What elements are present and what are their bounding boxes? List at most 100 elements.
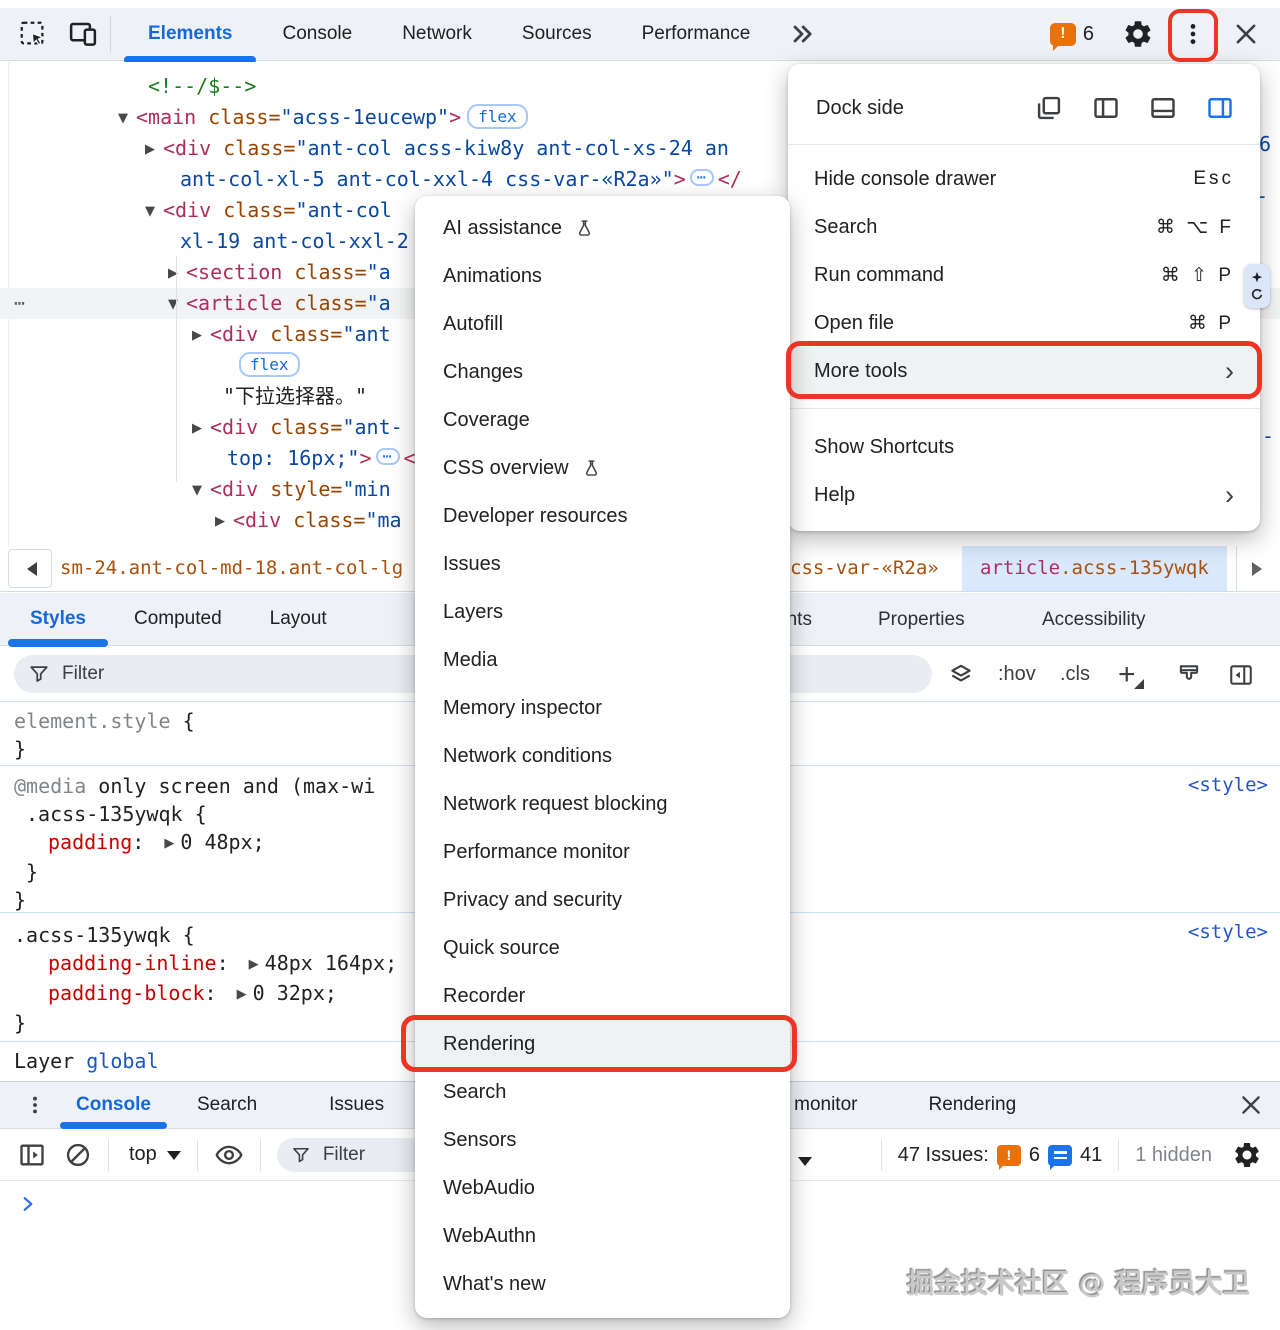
menu-item[interactable]: Hide console drawer Esc xyxy=(788,155,1260,203)
panel-tab[interactable]: Sources xyxy=(497,8,617,60)
submenu-item[interactable]: Issues xyxy=(415,540,790,588)
submenu-item[interactable]: Sensors xyxy=(415,1116,790,1164)
close-devtools-icon[interactable] xyxy=(1232,20,1260,48)
submenu-item[interactable]: WebAuthn xyxy=(415,1212,790,1260)
menu-item[interactable]: Run command ⌘ ⇧ P xyxy=(788,251,1260,299)
submenu-item[interactable]: AI assistance xyxy=(415,204,790,252)
expand-value-icon[interactable]: ▶ xyxy=(249,951,259,979)
expand-arrow-icon[interactable]: ▶ xyxy=(192,413,210,444)
expand-arrow-icon[interactable]: ▼ xyxy=(145,196,163,227)
panel-tab[interactable]: Performance xyxy=(617,8,776,60)
device-toolbar-icon[interactable] xyxy=(66,17,100,51)
close-drawer-icon[interactable] xyxy=(1238,1092,1264,1118)
submenu-item[interactable]: Layers xyxy=(415,588,790,636)
panel-tab[interactable]: Network xyxy=(377,8,497,60)
drawer-tab[interactable]: Issues xyxy=(329,1082,384,1128)
submenu-item[interactable]: Coverage xyxy=(415,396,790,444)
breadcrumb-item-selected[interactable]: article.acss-135ywqk xyxy=(962,546,1227,591)
element-classes-button[interactable]: .cls xyxy=(1060,647,1090,702)
css-property[interactable]: padding-inline xyxy=(48,951,217,975)
submenu-item[interactable]: CSS overview xyxy=(415,444,790,492)
layer-global-link[interactable]: global xyxy=(86,1049,158,1073)
submenu-item[interactable]: Network request blocking xyxy=(415,780,790,828)
toggle-sidebar-icon[interactable] xyxy=(1228,647,1254,702)
styles-tab[interactable]: Styles xyxy=(6,593,110,645)
toggle-element-state-icon[interactable] xyxy=(948,647,974,702)
css-value[interactable]: 0 32px; xyxy=(253,981,337,1005)
menu-item[interactable]: More tools › xyxy=(788,347,1260,395)
console-prompt-chevron-icon[interactable] xyxy=(18,1194,38,1214)
submenu-item[interactable]: Memory inspector xyxy=(415,684,790,732)
issues-summary-button[interactable]: 47 Issues: ! 6 41 xyxy=(898,1144,1103,1167)
breadcrumb-scroll-right-button[interactable] xyxy=(1236,546,1280,591)
panel-tab[interactable]: Console xyxy=(257,8,377,60)
settings-gear-icon[interactable] xyxy=(1122,18,1154,50)
menu-item[interactable]: Show Shortcuts xyxy=(788,423,1260,471)
eye-icon[interactable] xyxy=(214,1140,244,1170)
submenu-item[interactable]: WebAudio xyxy=(415,1164,790,1212)
expand-value-icon[interactable]: ▶ xyxy=(237,981,247,1009)
submenu-item[interactable]: Animations xyxy=(415,252,790,300)
submenu-item[interactable]: Changes xyxy=(415,348,790,396)
styles-tab[interactable]: Layout xyxy=(246,593,351,645)
submenu-item[interactable]: Media xyxy=(415,636,790,684)
clear-console-icon[interactable] xyxy=(64,1141,92,1169)
style-source-link[interactable]: <style> xyxy=(1188,774,1268,796)
submenu-item[interactable]: Recorder xyxy=(415,972,790,1020)
issues-counter-button[interactable]: ! 6 xyxy=(1050,23,1094,46)
expand-arrow-icon[interactable]: ▼ xyxy=(168,289,186,320)
breadcrumb-item[interactable]: sm-24.ant-col-md-18.ant-col-lg xyxy=(60,546,403,591)
submenu-item[interactable]: Autofill xyxy=(415,300,790,348)
drawer-kebab-icon[interactable] xyxy=(24,1091,46,1119)
expand-arrow-icon[interactable]: ▼ xyxy=(118,103,136,134)
expand-arrow-icon[interactable]: ▼ xyxy=(192,475,210,506)
more-tabs-icon[interactable] xyxy=(785,17,819,51)
hover-state-button[interactable]: :hov xyxy=(998,647,1036,702)
drawer-tab[interactable]: Search xyxy=(197,1082,257,1128)
dock-right-icon-selected[interactable] xyxy=(1206,94,1234,122)
drawer-tab[interactable]: Rendering xyxy=(928,1082,1016,1128)
style-source-link[interactable]: <style> xyxy=(1188,921,1268,943)
console-settings-gear-icon[interactable] xyxy=(1232,1140,1262,1170)
css-property[interactable]: padding-block xyxy=(48,981,205,1005)
drawer-tab[interactable]: Console xyxy=(76,1082,151,1128)
breadcrumb-item[interactable]: css-var-«R2a» xyxy=(790,546,939,591)
dom-node-text: <section class="a xyxy=(186,260,391,284)
submenu-item[interactable]: Quick source xyxy=(415,924,790,972)
expand-value-icon[interactable]: ▶ xyxy=(164,830,174,858)
hidden-messages-label[interactable]: 1 hidden xyxy=(1135,1144,1212,1167)
submenu-item[interactable]: Rendering xyxy=(415,1020,790,1068)
undock-icon[interactable] xyxy=(1035,94,1063,122)
ai-assistance-floating-badge[interactable] xyxy=(1244,264,1270,308)
breadcrumb-scroll-left-button[interactable] xyxy=(8,549,52,588)
customize-devtools-kebab-icon[interactable] xyxy=(1180,19,1206,49)
dock-bottom-icon[interactable] xyxy=(1149,94,1177,122)
show-console-sidebar-icon[interactable] xyxy=(18,1141,46,1169)
dock-left-icon[interactable] xyxy=(1092,94,1120,122)
rendering-emulation-icon[interactable] xyxy=(1176,647,1202,702)
menu-item[interactable]: Help › xyxy=(788,471,1260,519)
log-level-dropdown-arrow-icon[interactable] xyxy=(798,1157,812,1173)
expand-arrow-icon[interactable]: ▶ xyxy=(168,258,186,289)
new-style-rule-button[interactable]: + xyxy=(1118,647,1136,702)
submenu-item[interactable]: Search xyxy=(415,1068,790,1116)
submenu-item[interactable]: What's new xyxy=(415,1260,790,1308)
inspect-element-icon[interactable] xyxy=(16,17,50,51)
css-value[interactable]: 48px 164px; xyxy=(265,951,397,975)
styles-tab[interactable]: Computed xyxy=(110,593,246,645)
expand-arrow-icon[interactable]: ▶ xyxy=(192,320,210,351)
css-value[interactable]: 0 48px; xyxy=(180,830,264,854)
css-property[interactable]: padding xyxy=(48,830,132,854)
submenu-item[interactable]: Developer resources xyxy=(415,492,790,540)
menu-item[interactable]: Open file ⌘ P xyxy=(788,299,1260,347)
submenu-item[interactable]: Network conditions xyxy=(415,732,790,780)
expand-arrow-icon[interactable]: ▶ xyxy=(215,506,233,537)
sidebar-tab[interactable]: Accessibility xyxy=(1042,593,1145,646)
submenu-item[interactable]: Performance monitor xyxy=(415,828,790,876)
javascript-context-selector[interactable]: top xyxy=(129,1143,181,1167)
panel-tab[interactable]: Elements xyxy=(123,8,257,60)
submenu-item[interactable]: Privacy and security xyxy=(415,876,790,924)
menu-item[interactable]: Search ⌘ ⌥ F xyxy=(788,203,1260,251)
sidebar-tab[interactable]: Properties xyxy=(878,593,965,646)
expand-arrow-icon[interactable]: ▶ xyxy=(145,134,163,165)
